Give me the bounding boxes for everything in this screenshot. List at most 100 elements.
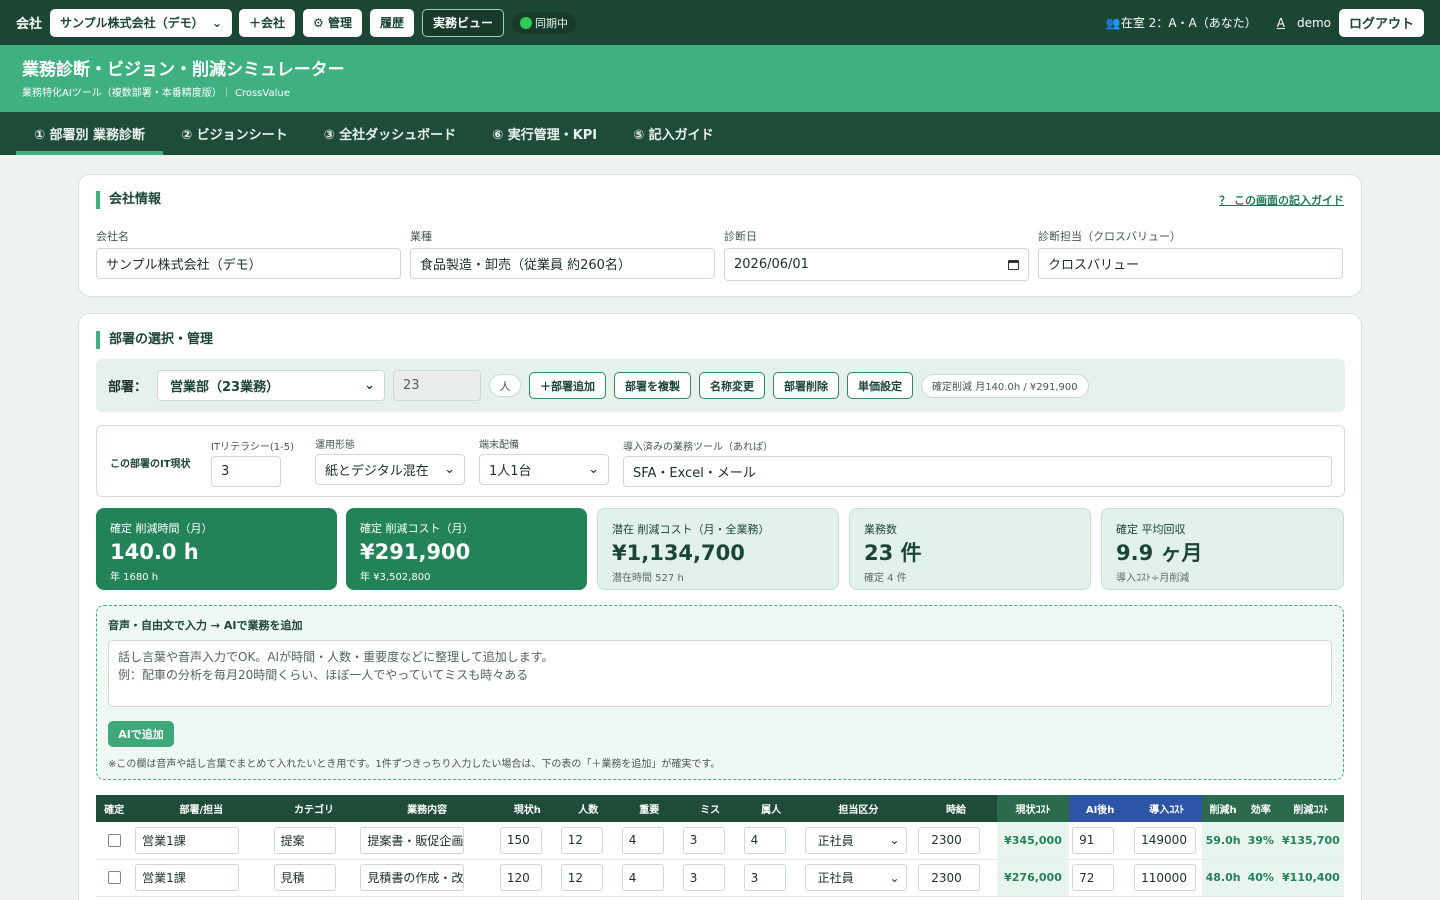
confirm-checkbox[interactable] [107,871,121,884]
practice-view-button[interactable]: 実務ビュー [421,8,504,37]
intro-cost-input[interactable]: 110000 [1134,864,1197,891]
tab-dashboard[interactable]: ③ 全社ダッシュボード [306,112,475,155]
saved-hours-value: 59.0h [1202,822,1244,860]
role-value: 正社員 [817,871,854,885]
wage-input[interactable]: 2300 [918,826,981,854]
task-input[interactable]: 提案書・販促企画 [360,826,465,854]
kpi-sub: 潜在時間 527 h [612,573,684,584]
app-title: 業務診断・ビジョン・削減シミュレーター [22,60,345,80]
kpi-sub: 確定 4 件 [864,573,907,584]
ai-input-textarea[interactable]: 話し言葉や音声入力でOK。AIが時間・人数・重要度などに整理して追加します。 例… [108,640,1332,707]
delete-department-button[interactable]: 部署削除 [773,372,840,399]
tab-entry-guide[interactable]: ⑤ 記入ガイド [615,112,732,155]
ai-add-button[interactable]: AIで追加 [108,721,174,747]
company-info-title: 会社情報 [96,191,161,209]
consultant-input[interactable]: クロスバリュー [1038,248,1343,279]
company-name-input[interactable]: サンプル株式会社（デモ） [96,248,401,279]
tab-execution-kpi[interactable]: ⑥ 実行管理・KPI [474,112,615,155]
it-literacy-label: ITリテラシー(1-5) [211,442,294,453]
owner-input[interactable]: 営業1課 [135,864,240,891]
col-importance: 重要 [618,795,680,822]
device-value: 1人1台 [489,464,532,479]
tab-department-diagnosis[interactable]: ① 部署別 業務診断 [16,112,164,155]
kpi-value: 23 件 [864,541,922,565]
tab-vision-sheet[interactable]: ② ビジョンシート [163,112,306,155]
role-select[interactable]: 正社員 ⌄ [804,864,907,891]
logout-button[interactable]: ログアウト [1338,8,1424,37]
kpi-value: 9.9 ヶ月 [1116,541,1203,565]
intro-cost-input[interactable]: 149000 [1134,826,1197,854]
calendar-icon[interactable] [1008,259,1019,270]
kpi-confirmed-cost: 確定 削減コスト（月） ¥291,900 年 ¥3,502,800 [346,508,587,590]
kpi-label: 業務数 [864,523,897,536]
importance-input[interactable]: 4 [621,826,664,854]
wage-input[interactable]: 2300 [918,864,981,891]
app-subtitle: 業務特化AIツール（複数部署・本番精度版）｜ CrossValue [22,88,290,99]
top-bar: 会社 サンプル株式会社（デモ） ⌄ ＋会社 ⚙ 管理 履歴 実務ビュー 同期中 👥… [0,0,1440,45]
chevron-down-icon: ⌄ [889,870,900,885]
importance-input[interactable]: 4 [621,864,664,891]
presence-indicator: 👥在室 2：A・A（あなた） [1105,16,1257,30]
people-input[interactable]: 12 [560,826,603,854]
unit-price-button[interactable]: 単価設定 [847,372,914,399]
diagnosis-date-input[interactable]: 2026/06/01 [724,248,1029,281]
diagnosis-date-label: 診断日 [724,230,757,243]
current-cost-value: ¥345,000 [996,822,1070,860]
col-role: 担当区分 [801,795,916,822]
col-people: 人数 [557,795,619,822]
ai-hours-input[interactable]: 91 [1072,826,1115,854]
owner-input[interactable]: 営業1課 [135,826,240,854]
headcount-input[interactable]: 23 [393,370,482,401]
manage-button[interactable]: ⚙ 管理 [303,8,362,37]
col-saved-cost: 削減ｺｽﾄ [1277,795,1344,822]
diagnosis-date-value: 2026/06/01 [734,257,809,272]
company-name-label: 会社名 [96,230,129,243]
task-input[interactable]: 見積書の作成・改 [360,864,465,891]
department-section-title: 部署の選択・管理 [96,331,213,349]
confirm-checkbox[interactable] [107,833,121,847]
efficiency-value: 40% [1243,859,1278,897]
category-input[interactable]: 見積 [273,864,336,891]
tools-input[interactable]: SFA・Excel・メール [623,456,1332,487]
people-input[interactable]: 12 [560,864,603,891]
sync-status-badge: 同期中 [512,11,576,34]
company-select[interactable]: サンプル株式会社（デモ） ⌄ [50,8,233,37]
department-select[interactable]: 営業部（23業務） ⌄ [157,370,386,401]
department-select-value: 営業部（23業務） [170,380,280,395]
duplicate-department-button[interactable]: 部署を複製 [614,372,692,399]
add-company-button[interactable]: ＋会社 [239,8,296,37]
entry-guide-link[interactable]: ？ この画面の記入ガイド [1219,192,1344,208]
col-efficiency: 効率 [1243,795,1278,822]
errors-input[interactable]: 3 [682,864,725,891]
role-select[interactable]: 正社員 ⌄ [804,826,907,854]
device-select[interactable]: 1人1台 ⌄ [479,454,609,485]
ai-placeholder-line: 例：配車の分析を毎月20時間くらい、ほぼ一人でやっていてミスも時々ある [118,668,529,682]
kpi-sub: 導入ｺｽﾄ÷月削減 [1116,573,1190,584]
hours-input[interactable]: 120 [499,864,542,891]
hours-input[interactable]: 150 [499,826,542,854]
dependency-input[interactable]: 3 [743,864,786,891]
add-department-button[interactable]: ＋部署追加 [529,372,607,399]
category-input[interactable]: 提案 [273,826,336,854]
it-status-panel: この部署のIT現状 ITリテラシー(1-5) 3 運用形態 紙とデジタル混在 ⌄ … [96,425,1345,497]
app-header: 業務診断・ビジョン・削減シミュレーター 業務特化AIツール（複数部署・本番精度版… [0,45,1440,112]
kpi-label: 確定 削減コスト（月） [360,522,474,535]
department-label: 部署： [108,380,148,395]
col-dependency: 属人 [740,795,802,822]
font-size-toggle[interactable]: A [1277,16,1285,30]
kpi-value: ¥291,900 [360,540,471,564]
dependency-input[interactable]: 4 [743,826,786,854]
kpi-potential-cost: 潜在 削減コスト（月・全業務） ¥1,134,700 潜在時間 527 h [597,508,839,590]
main-tabs: ① 部署別 業務診断 ② ビジョンシート ③ 全社ダッシュボード ⑥ 実行管理・… [0,112,1440,155]
it-literacy-input[interactable]: 3 [211,456,281,487]
kpi-value: ¥1,134,700 [612,541,745,565]
errors-input[interactable]: 3 [682,826,725,854]
operation-mode-select[interactable]: 紙とデジタル混在 ⌄ [315,454,465,485]
col-cost: 現状ｺｽﾄ [996,795,1070,822]
ai-hours-input[interactable]: 72 [1072,864,1115,891]
history-button[interactable]: 履歴 [369,8,414,37]
rename-department-button[interactable]: 名称変更 [699,372,766,399]
headcount-unit: 人 [489,374,522,397]
sync-dot-icon [520,16,532,29]
industry-input[interactable]: 食品製造・卸売（従業員 約260名） [410,248,715,279]
